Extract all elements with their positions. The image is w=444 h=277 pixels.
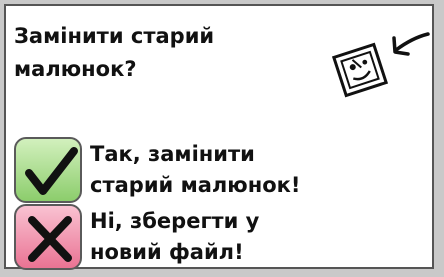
replace-option-line1: Так, замінити	[90, 142, 255, 166]
replace-old-picture-button[interactable]: Так, замінити старий малюнок!	[14, 137, 374, 203]
dialog-question-line1: Замінити старий	[14, 24, 215, 48]
replace-picture-dialog: Замінити старий малюнок? Так, замінити с…	[4, 4, 434, 270]
dialog-question-line2: малюнок?	[14, 57, 137, 81]
save-new-option-line2: новий файл!	[90, 240, 244, 264]
x-icon	[14, 204, 82, 270]
save-new-option-line1: Ні, зберегти у	[90, 209, 260, 233]
replace-option-label: Так, замінити старий малюнок!	[90, 139, 300, 201]
dialog-question: Замінити старий малюнок?	[14, 20, 214, 86]
checkmark-icon	[14, 137, 82, 203]
save-new-option-label: Ні, зберегти у новий файл!	[90, 206, 259, 268]
save-as-new-file-button[interactable]: Ні, зберегти у новий файл!	[14, 204, 374, 270]
picture-replace-icon	[331, 32, 430, 98]
replace-option-line2: старий малюнок!	[90, 173, 301, 197]
